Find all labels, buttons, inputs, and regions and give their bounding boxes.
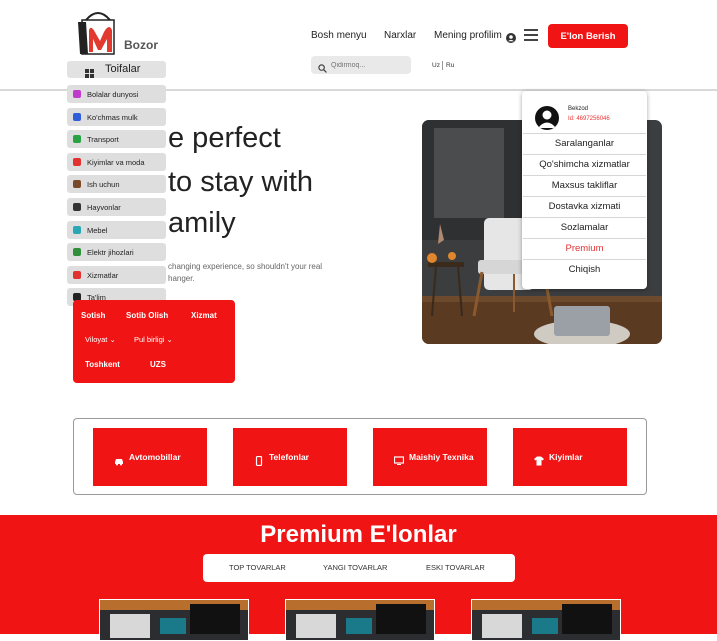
hamburger-menu-icon[interactable]	[524, 29, 538, 41]
profile-menu-item[interactable]: Chiqish	[523, 259, 646, 280]
region-value[interactable]: Toshkent	[85, 360, 120, 369]
avatar[interactable]	[535, 106, 559, 130]
tools-icon	[73, 270, 81, 279]
category-item[interactable]: Ko'chmas mulk	[67, 107, 166, 126]
product-card[interactable]	[99, 599, 249, 641]
product-card[interactable]	[471, 599, 621, 641]
currency-select-label: Pul birligi	[134, 335, 165, 344]
premium-tabs: TOP TOVARLAR YANGI TOVARLAR ESKI TOVARLA…	[203, 554, 515, 582]
phone-icon	[73, 248, 81, 257]
category-item-label: Transport	[87, 135, 119, 145]
category-item-label: Kiyimlar va moda	[87, 157, 145, 167]
profile-menu-item[interactable]: Dostavka xizmati	[523, 196, 646, 217]
chevron-down-icon: ⌄	[166, 335, 173, 344]
profile-menu-item[interactable]: Saralanganlar	[523, 133, 646, 154]
category-item[interactable]: Ish uchun	[67, 175, 166, 194]
profile-menu-item[interactable]: Maxsus takliflar	[523, 175, 646, 196]
categories-title: Toifalar	[105, 63, 141, 75]
paw-icon	[73, 203, 81, 211]
grid-icon	[85, 65, 94, 78]
search-box[interactable]	[311, 56, 411, 74]
region-select-label: Viloyat	[85, 335, 108, 344]
profile-id: Id: 4697256046	[568, 116, 610, 122]
logo-icon[interactable]	[76, 8, 120, 56]
briefcase-icon	[73, 180, 81, 189]
card-clothes[interactable]: Kiyimlar	[513, 428, 627, 486]
category-item[interactable]: Mebel	[67, 220, 166, 239]
hero-title-line-3: amily	[168, 207, 236, 239]
currency-value[interactable]: UZS	[150, 360, 166, 369]
card-phones[interactable]: Telefonlar	[233, 428, 347, 486]
category-item[interactable]: Bolalar dunyosi	[67, 85, 166, 103]
user-icon[interactable]	[506, 30, 516, 43]
hero-paragraph-line-2: hanger.	[168, 274, 195, 283]
category-item-label: Xizmatlar	[87, 270, 119, 280]
category-item[interactable]: Xizmatlar	[67, 265, 166, 284]
toy-icon	[73, 90, 81, 98]
profile-menu-item[interactable]: Premium	[523, 238, 646, 259]
profile-menu-item[interactable]: Qo'shimcha xizmatlar	[523, 154, 646, 175]
card-appliances[interactable]: Maishiy Texnika	[373, 428, 487, 486]
lang-divider	[442, 61, 443, 70]
premium-title: Premium E'lonlar	[260, 521, 457, 548]
card-cars-label: Avtomobillar	[129, 452, 181, 462]
profile-menu-item[interactable]: Sozlamalar	[523, 217, 646, 238]
card-appliances-label: Maishiy Texnika	[409, 452, 474, 462]
hero-title-line-1: e perfect	[168, 122, 281, 154]
nav-profile[interactable]: Mening profilim	[434, 30, 502, 41]
search-input[interactable]	[329, 58, 411, 73]
card-phones-label: Telefonlar	[269, 452, 309, 462]
profile-name: Bekzod	[568, 106, 589, 112]
category-item[interactable]: Kiyimlar va moda	[67, 152, 166, 171]
category-item-label: Ko'chmas mulk	[87, 112, 138, 122]
car-icon	[114, 453, 124, 466]
filter-tab-service[interactable]: Xizmat	[191, 311, 217, 320]
category-item-label: Elektr jihozlari	[87, 248, 134, 258]
car-icon	[73, 135, 81, 144]
house-icon	[73, 112, 81, 121]
chevron-down-icon: ⌄	[109, 335, 116, 344]
category-item[interactable]: Transport	[67, 130, 166, 149]
hero-paragraph-line-1: changing experience, so shouldn't your r…	[168, 262, 323, 271]
tab-new-products[interactable]: YANGI TOVARLAR	[323, 563, 387, 572]
product-card[interactable]	[285, 599, 435, 641]
filter-tab-buy[interactable]: Sotib Olish	[126, 311, 168, 320]
sofa-icon	[73, 225, 81, 234]
currency-select[interactable]: Pul birligi ⌄	[134, 335, 173, 344]
lang-ru[interactable]: Ru	[446, 62, 454, 69]
hero-title-line-2: to stay with	[168, 166, 314, 198]
category-item-label: Bolalar dunyosi	[87, 90, 139, 99]
category-item-label: Mebel	[87, 225, 108, 235]
categories-button[interactable]: Toifalar	[67, 61, 166, 78]
category-item-label: Ish uchun	[87, 180, 120, 190]
category-cards: Avtomobillar Telefonlar Maishiy Texnika …	[73, 418, 647, 495]
shirt-icon	[73, 157, 81, 166]
phone-icon	[254, 453, 264, 467]
filter-tab-sell[interactable]: Sotish	[81, 311, 105, 320]
post-ad-button[interactable]: E'lon Berish	[548, 24, 628, 48]
tab-old-products[interactable]: ESKI TOVARLAR	[426, 563, 485, 572]
monitor-icon	[393, 453, 405, 465]
tab-top-products[interactable]: TOP TOVARLAR	[229, 563, 286, 572]
nav-prices[interactable]: Narxlar	[384, 30, 416, 41]
lang-uz[interactable]: Uz	[432, 62, 440, 69]
search-icon	[318, 60, 327, 78]
shirt-icon	[534, 453, 544, 466]
category-item[interactable]: Elektr jihozlari	[67, 243, 166, 262]
nav-home[interactable]: Bosh menyu	[311, 30, 367, 41]
search-filter-panel: Sotish Sotib Olish Xizmat Viloyat ⌄ Pul …	[73, 300, 235, 383]
profile-dropdown: Bekzod Id: 4697256046 Saralanganlar Qo'sh…	[522, 91, 647, 289]
logo-text: Bozor	[124, 38, 158, 52]
region-select[interactable]: Viloyat ⌄	[85, 335, 116, 344]
card-clothes-label: Kiyimlar	[549, 452, 583, 462]
card-cars[interactable]: Avtomobillar	[93, 428, 207, 486]
category-item[interactable]: Hayvonlar	[67, 198, 166, 216]
category-item-label: Hayvonlar	[87, 203, 121, 212]
